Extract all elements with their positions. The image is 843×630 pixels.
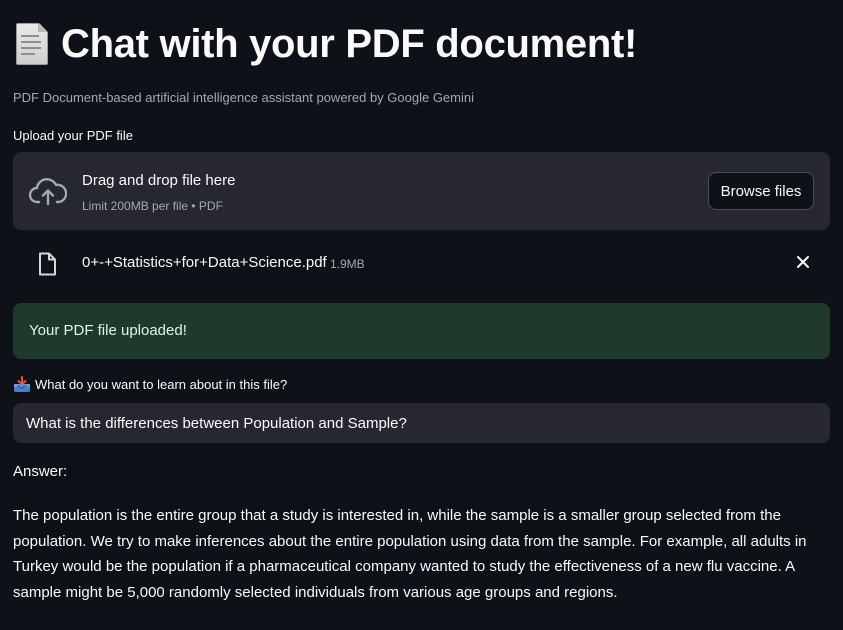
dropzone-instructions: Drag and drop file here xyxy=(82,172,236,189)
answer-label: Answer: xyxy=(13,463,68,480)
uploaded-file-row: 0+-+Statistics+for+Data+Science.pdf 1.9M… xyxy=(13,240,830,286)
question-input[interactable] xyxy=(13,403,830,443)
dropzone-limit: Limit 200MB per file • PDF xyxy=(82,199,223,213)
file-size: 1.9MB xyxy=(330,257,365,271)
upload-label: Upload your PDF file xyxy=(13,128,133,143)
page-subtitle: PDF Document-based artificial intelligen… xyxy=(13,90,474,105)
browse-files-button[interactable]: Browse files xyxy=(708,172,814,210)
answer-text: The population is the entire group that … xyxy=(13,507,807,601)
file-dropzone[interactable]: Drag and drop file here Limit 200MB per … xyxy=(13,152,830,230)
page-title: Chat with your PDF document! xyxy=(61,21,638,66)
cloud-upload-icon xyxy=(29,178,67,206)
success-alert: Your PDF file uploaded! xyxy=(13,303,830,359)
app-page: Chat with your PDF document! PDF Documen… xyxy=(0,0,843,630)
question-label: What do you want to learn about in this … xyxy=(13,376,287,393)
close-icon[interactable] xyxy=(794,253,812,271)
question-label-text: What do you want to learn about in this … xyxy=(35,377,288,392)
file-icon xyxy=(39,252,56,276)
title-row: Chat with your PDF document! xyxy=(13,16,637,72)
file-name: 0+-+Statistics+for+Data+Science.pdf xyxy=(82,254,327,271)
inbox-tray-icon xyxy=(14,376,30,392)
page-facing-up-icon xyxy=(13,21,51,67)
